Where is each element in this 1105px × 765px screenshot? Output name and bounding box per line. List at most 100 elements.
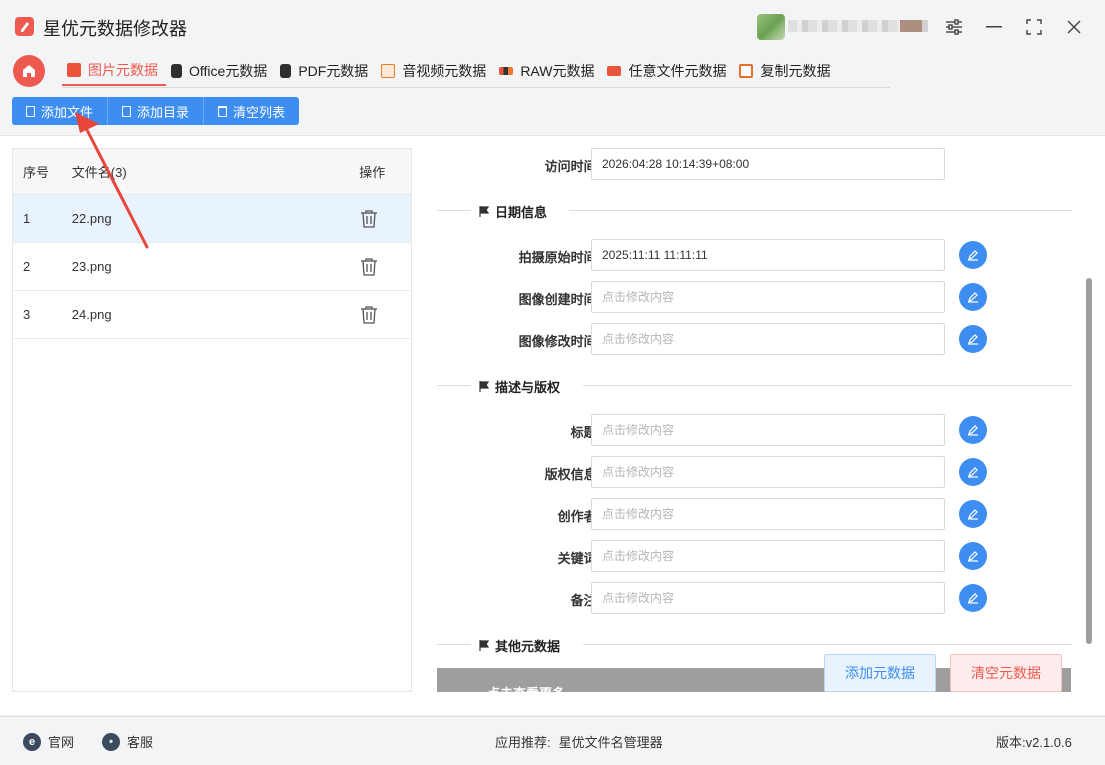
close-icon[interactable]: [1063, 16, 1085, 38]
title-bar: 星优元数据修改器: [0, 0, 1105, 52]
shoot-time-input[interactable]: [591, 239, 945, 271]
footer-bar: e 官网 • 客服 应用推荐: 星优文件名管理器 版本:v2.1.0.6: [0, 716, 1105, 765]
edit-pencil-icon[interactable]: [959, 416, 987, 444]
field-label: 图像创建时间:: [518, 292, 601, 307]
header-operation: 操作: [359, 165, 386, 180]
minimize-icon[interactable]: [983, 16, 1005, 38]
row-filename: 23.png: [71, 259, 112, 274]
file-toolbar: 添加文件 添加目录 清空列表: [12, 97, 300, 125]
edit-pencil-icon[interactable]: [959, 500, 987, 528]
copyright-input[interactable]: [591, 456, 945, 488]
remark-input[interactable]: [591, 582, 945, 614]
tab-label: Office元数据: [189, 63, 268, 79]
create-time-input[interactable]: [591, 281, 945, 313]
creator-input[interactable]: [591, 498, 945, 530]
settings-sliders-icon[interactable]: [943, 16, 965, 38]
edit-pencil-icon[interactable]: [959, 241, 987, 269]
app-logo-icon: [15, 17, 34, 36]
row-index: 2: [23, 259, 31, 274]
row-filename: 22.png: [71, 211, 112, 226]
delete-icon[interactable]: [359, 209, 379, 229]
keywords-input[interactable]: [591, 540, 945, 572]
row-index: 3: [23, 307, 31, 322]
row-index: 1: [23, 211, 31, 226]
tab-label: RAW元数据: [520, 63, 595, 79]
maximize-icon[interactable]: [1023, 16, 1045, 38]
flag-icon: [479, 206, 489, 217]
user-name-blurred: [788, 20, 928, 32]
header-filename: 文件名(3): [71, 165, 127, 180]
shoot-time-row: 拍摄原始时间:: [422, 239, 1082, 271]
section-description-copyright: 描述与版权: [437, 375, 1072, 395]
recommend-app-link[interactable]: 星优文件名管理器: [559, 732, 663, 751]
keywords-row: 关键词:: [422, 540, 1082, 572]
tab-raw-metadata[interactable]: RAW元数据: [494, 56, 602, 86]
title-row: 标题:: [422, 414, 1082, 446]
tab-label: 任意文件元数据: [628, 63, 727, 79]
table-row[interactable]: 2 23.png: [13, 243, 411, 291]
main-panel: 序号 文件名(3) 操作 1 22.png 2 23.png 3 24.png …: [0, 135, 1105, 715]
file-icon: [26, 105, 35, 117]
remark-row: 备注:: [422, 582, 1082, 614]
create-time-row: 图像创建时间:: [422, 281, 1082, 313]
app-recommend: 应用推荐: 星优文件名管理器: [495, 732, 663, 751]
access-time-input[interactable]: [591, 148, 945, 180]
edit-pencil-icon[interactable]: [959, 458, 987, 486]
title-input[interactable]: [591, 414, 945, 446]
ie-icon: e: [23, 732, 41, 751]
edit-pencil-icon[interactable]: [959, 283, 987, 311]
chat-icon: •: [102, 732, 120, 751]
home-button[interactable]: [13, 55, 45, 87]
section-other-metadata: 其他元数据: [437, 634, 1072, 654]
flag-icon: [479, 640, 489, 651]
modify-time-row: 图像修改时间:: [422, 323, 1082, 355]
code-tab-icon: [607, 66, 622, 76]
copy-tab-icon: [739, 64, 754, 78]
edit-pencil-icon[interactable]: [959, 542, 987, 570]
clear-list-button[interactable]: 清空列表: [204, 97, 300, 125]
app-title: 星优元数据修改器: [43, 19, 187, 39]
add-directory-button[interactable]: 添加目录: [108, 97, 205, 125]
home-icon: [23, 65, 35, 77]
tab-pdf-metadata[interactable]: PDF元数据: [275, 56, 376, 86]
raw-tab-icon: [499, 67, 514, 75]
image-tab-icon: [67, 63, 81, 77]
file-icon: [122, 105, 132, 117]
clear-metadata-button[interactable]: 清空元数据: [950, 654, 1062, 692]
office-tab-icon: [171, 64, 182, 78]
field-label: 拍摄原始时间:: [518, 250, 601, 265]
tab-label: 图片元数据: [88, 62, 158, 78]
modify-time-input[interactable]: [591, 323, 945, 355]
flag-icon: [479, 381, 489, 392]
access-time-row: 访问时间:: [422, 148, 1082, 180]
edit-pencil-icon[interactable]: [959, 584, 987, 612]
tab-copy-metadata[interactable]: 复制元数据: [734, 56, 838, 86]
tab-label: 音视频元数据: [402, 63, 487, 79]
delete-icon[interactable]: [359, 305, 379, 325]
add-metadata-button[interactable]: 添加元数据: [824, 654, 936, 692]
table-row[interactable]: 1 22.png: [13, 195, 411, 243]
edit-pencil-icon[interactable]: [959, 325, 987, 353]
add-file-button[interactable]: 添加文件: [12, 97, 109, 125]
creator-row: 创作者:: [422, 498, 1082, 530]
recommend-label: 应用推荐:: [495, 735, 551, 750]
tab-bar: 图片元数据 Office元数据 PDF元数据 音视频元数据 RAW元数据 任意文…: [62, 56, 890, 88]
copyright-row: 版权信息:: [422, 456, 1082, 488]
tab-image-metadata[interactable]: 图片元数据: [62, 56, 166, 86]
table-header: 序号 文件名(3) 操作: [13, 149, 411, 195]
customer-service-link[interactable]: • 客服: [102, 732, 153, 751]
scrollbar-thumb[interactable]: [1086, 278, 1092, 644]
section-date-info: 日期信息: [437, 200, 1072, 220]
header-index: 序号: [23, 165, 50, 180]
website-link[interactable]: e 官网: [23, 732, 74, 751]
tab-label: PDF元数据: [298, 63, 369, 79]
tab-audio-video-metadata[interactable]: 音视频元数据: [376, 56, 494, 86]
avatar[interactable]: [757, 14, 785, 40]
version-text: 版本:v2.1.0.6: [996, 735, 1072, 750]
delete-icon[interactable]: [359, 257, 379, 277]
play-tab-icon: [381, 64, 396, 78]
tab-any-file-metadata[interactable]: 任意文件元数据: [602, 56, 734, 86]
tab-label: 复制元数据: [760, 63, 831, 79]
table-row[interactable]: 3 24.png: [13, 291, 411, 339]
tab-office-metadata[interactable]: Office元数据: [166, 56, 275, 86]
